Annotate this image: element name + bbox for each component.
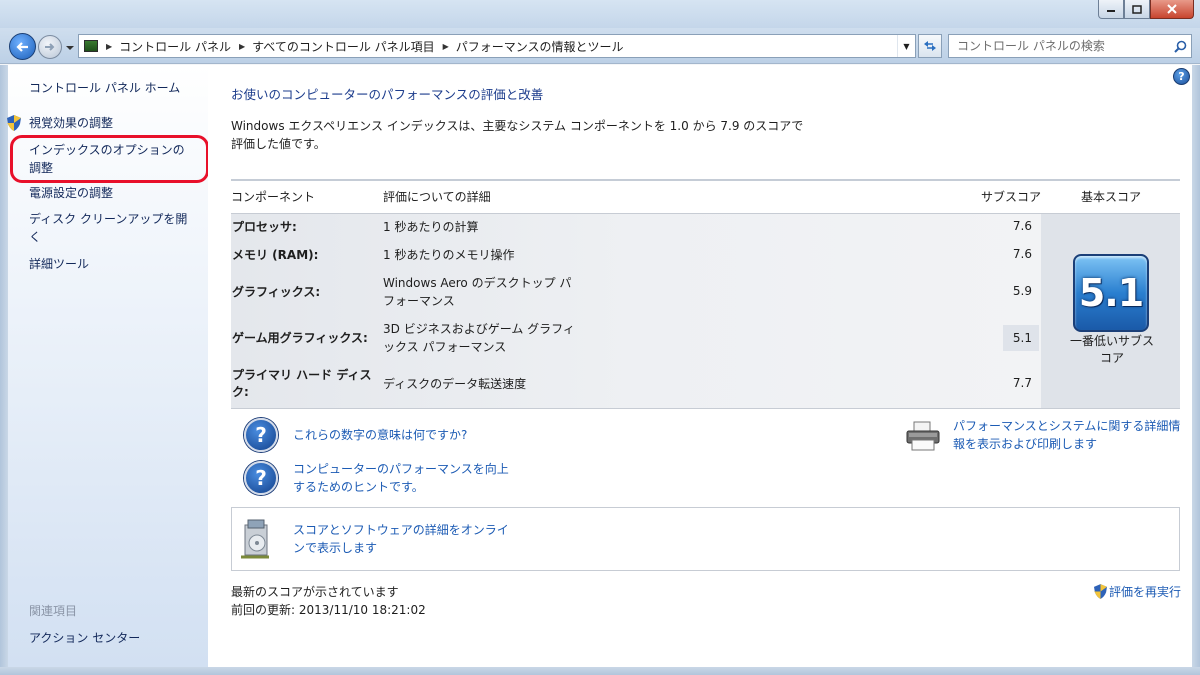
recent-pages-dropdown[interactable]: [65, 43, 75, 53]
table-row-component: プライマリ ハード ディス ク:: [232, 367, 380, 401]
maximize-icon: [1132, 4, 1142, 14]
search-input[interactable]: [949, 35, 1169, 57]
search-box: [948, 34, 1192, 58]
link-print-details[interactable]: パフォーマンスとシステムに関する詳細情 報を表示および印刷します: [953, 417, 1180, 453]
back-button[interactable]: [9, 33, 36, 60]
sidebar-item-label: く: [29, 230, 42, 244]
table-row-score: 5.9: [1012, 284, 1032, 298]
intro-line: 評価した値です。: [231, 137, 326, 151]
base-score-badge: 5.1: [1073, 254, 1149, 332]
header-base-score: 基本スコア: [1081, 190, 1142, 204]
table-row-score-lowest: 5.1: [1003, 325, 1039, 351]
window-left-border: [0, 65, 8, 675]
detail-line: ックス パフォーマンス: [383, 340, 507, 354]
table-row-score: 7.6: [1012, 219, 1032, 233]
minimize-icon: [1107, 10, 1115, 12]
link-line: コンピューターのパフォーマンスを向上: [293, 462, 509, 476]
help-icon: ?: [1178, 70, 1185, 83]
header-subscore: サブスコア: [981, 190, 1042, 204]
table-row-detail: 3D ビジネスおよびゲーム グラフィ ックス パフォーマンス: [383, 320, 583, 356]
link-line: 報を表示および印刷します: [953, 437, 1098, 451]
table-row-detail: 1 秒あたりのメモリ操作: [383, 248, 515, 262]
link-line: パフォーマンスとシステムに関する詳細情: [953, 419, 1181, 433]
breadcrumb-separator-icon[interactable]: ▶: [106, 42, 112, 51]
sidebar-item-action-center[interactable]: アクション センター: [29, 629, 140, 647]
refresh-icon: [924, 41, 936, 51]
sidebar-item-label: ディスク クリーンアップを開: [29, 212, 188, 226]
intro-text: Windows エクスペリエンス インデックスは、主要なシステム コンポーネント…: [231, 117, 831, 153]
table-top-divider: [231, 179, 1180, 181]
help-question-icon: ?: [244, 461, 278, 495]
link-line: ンで表示します: [293, 541, 378, 555]
detail-line: 3D ビジネスおよびゲーム グラフィ: [383, 322, 575, 336]
window-right-border: [1192, 65, 1200, 675]
uac-shield-icon: [1094, 584, 1107, 599]
table-row-score: 7.6: [1012, 247, 1032, 261]
page-title: お使いのコンピューターのパフォーマンスの評価と改善: [231, 87, 544, 102]
component-line: プライマリ ハード ディス: [232, 368, 372, 382]
address-bar[interactable]: ▶ コントロール パネル ▶ すべてのコントロール パネル項目 ▶ パフォーマンスの情…: [78, 34, 916, 58]
address-dropdown-icon[interactable]: ▼: [897, 35, 915, 57]
rerun-assessment-link[interactable]: 評価を再実行: [1109, 583, 1181, 600]
breadcrumb-separator-icon[interactable]: ▶: [239, 42, 245, 51]
header-component: コンポーネント: [231, 190, 316, 204]
forward-arrow-icon: [45, 43, 55, 51]
help-question-icon: ?: [244, 418, 278, 452]
base-score-label: 一番低いサブス コア: [1062, 333, 1162, 367]
software-box-icon: [241, 519, 269, 559]
refresh-button[interactable]: [918, 34, 942, 58]
link-online-details[interactable]: スコアとソフトウェアの詳細をオンライ ンで表示します: [293, 521, 509, 557]
link-line: スコアとソフトウェアの詳細をオンライ: [293, 523, 509, 537]
sidebar-control-panel-home[interactable]: コントロール パネル ホーム: [29, 79, 180, 97]
detail-line: Windows Aero のデスクトップ パ: [383, 276, 572, 290]
search-icon[interactable]: [1169, 40, 1191, 53]
base-label-line: コア: [1099, 351, 1124, 365]
control-panel-icon: [84, 40, 98, 52]
table-row-detail: 1 秒あたりの計算: [383, 220, 479, 234]
header-detail: 評価についての詳細: [383, 190, 491, 204]
base-label-line: 一番低いサブス: [1069, 334, 1154, 348]
sidebar-item-visual-effects[interactable]: 視覚効果の調整: [29, 114, 113, 132]
component-line: ク:: [232, 385, 249, 399]
close-button[interactable]: [1150, 0, 1194, 19]
status-latest: 最新のスコアが示されています: [231, 585, 399, 599]
status-last-update: 前回の更新: 2013/11/10 18:21:02: [231, 603, 426, 617]
table-row-component: メモリ (RAM):: [232, 248, 319, 262]
window-bottom-border: [0, 667, 1200, 675]
table-row-component: プロセッサ:: [232, 220, 297, 234]
maximize-button[interactable]: [1124, 0, 1150, 19]
link-performance-tips[interactable]: コンピューターのパフォーマンスを向上 するためのヒントです。: [293, 460, 509, 496]
table-row-detail: Windows Aero のデスクトップ パ フォーマンス: [383, 274, 583, 310]
base-score-value: 5.1: [1078, 271, 1144, 315]
title-bar: [0, 0, 1200, 28]
table-row-score: 7.7: [1012, 376, 1032, 390]
link-what-numbers-mean[interactable]: これらの数字の意味は何ですか?: [293, 426, 467, 444]
printer-icon: [906, 421, 940, 451]
breadcrumb-separator-icon[interactable]: ▶: [443, 42, 449, 51]
sidebar-item-power-settings[interactable]: 電源設定の調整: [29, 184, 113, 202]
breadcrumb-performance[interactable]: パフォーマンスの情報とツール: [456, 38, 624, 55]
close-icon: [1167, 4, 1177, 14]
table-row-detail: ディスクのデータ転送速度: [383, 377, 527, 391]
minimize-button[interactable]: [1098, 0, 1124, 19]
table-row-component: グラフィックス:: [232, 285, 321, 299]
red-highlight-outline: [10, 135, 209, 183]
detail-line: フォーマンス: [383, 294, 455, 308]
sidebar-item-disk-cleanup[interactable]: ディスク クリーンアップを開 く: [29, 210, 187, 246]
related-heading: 関連項目: [29, 604, 78, 618]
breadcrumb-control-panel[interactable]: コントロール パネル: [119, 38, 231, 55]
window-controls: [1098, 0, 1194, 19]
table-row-component: ゲーム用グラフィックス:: [232, 331, 368, 345]
help-button[interactable]: ?: [1173, 68, 1190, 85]
breadcrumb-all-items[interactable]: すべてのコントロール パネル項目: [252, 38, 435, 55]
link-line: するためのヒントです。: [293, 480, 424, 494]
back-arrow-icon: [15, 41, 28, 52]
intro-line: Windows エクスペリエンス インデックスは、主要なシステム コンポーネント…: [231, 119, 804, 133]
forward-button[interactable]: [38, 35, 62, 59]
navigation-bar: ▶ コントロール パネル ▶ すべてのコントロール パネル項目 ▶ パフォーマンスの情…: [0, 28, 1200, 64]
sidebar-item-advanced-tools[interactable]: 詳細ツール: [29, 255, 89, 273]
uac-shield-icon: [7, 115, 21, 131]
